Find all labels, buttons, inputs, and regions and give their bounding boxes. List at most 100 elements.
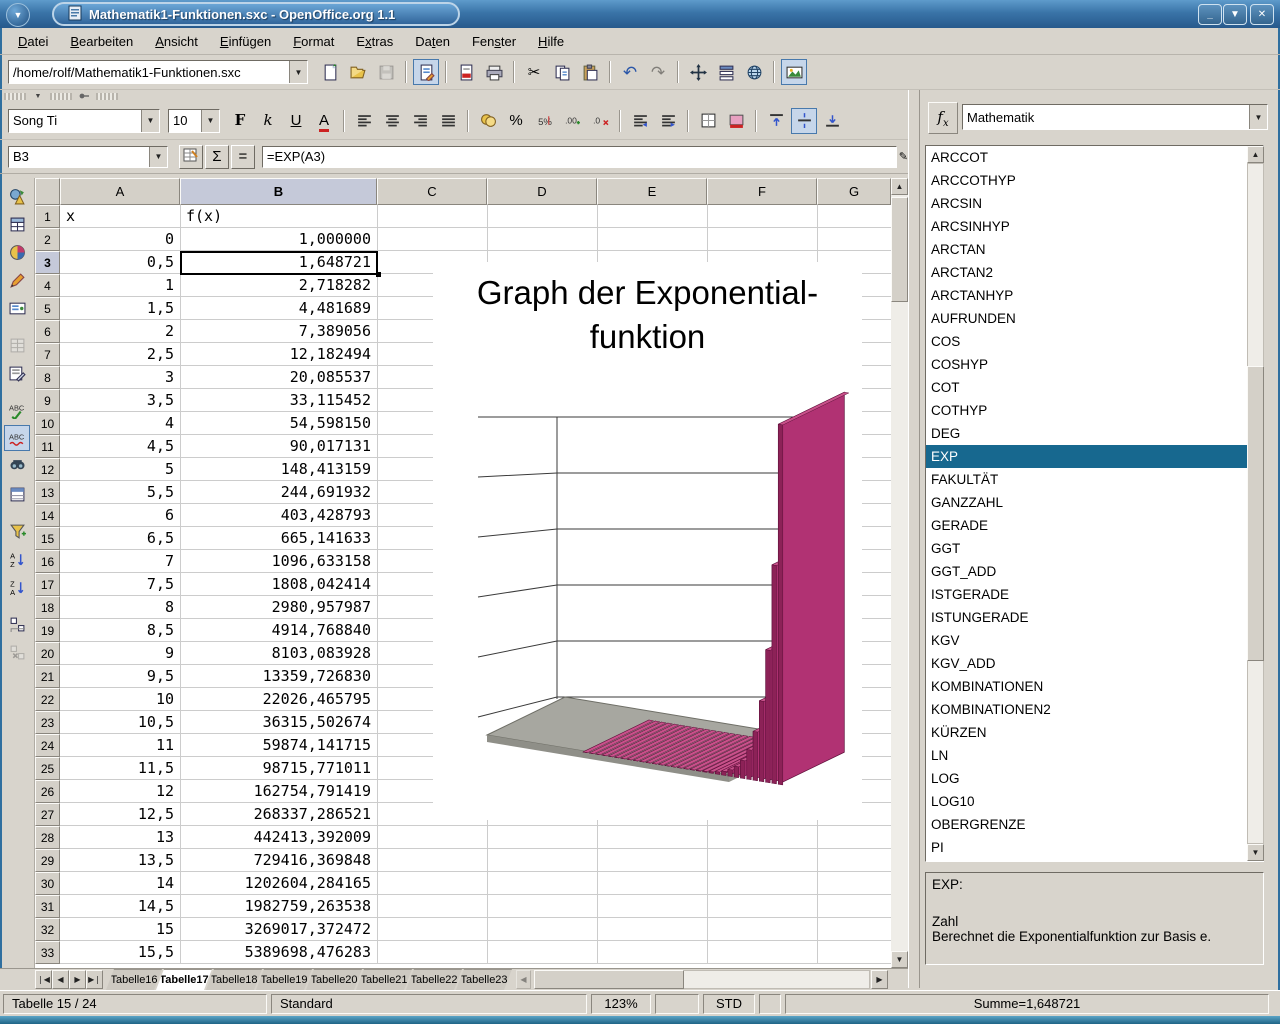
currency-button[interactable] [475, 108, 501, 134]
menu-einfgen[interactable]: Einfügen [210, 31, 281, 52]
equals-button[interactable]: = [231, 145, 255, 169]
column-header-C[interactable]: C [377, 178, 487, 205]
copy-button[interactable] [549, 59, 575, 85]
cell-A26[interactable]: 12 [60, 780, 180, 802]
cell-A22[interactable]: 10 [60, 688, 180, 710]
cell-B17[interactable]: 1808,042414 [180, 573, 377, 595]
row-header-12[interactable]: 12 [35, 458, 60, 481]
menu-ansicht[interactable]: Ansicht [145, 31, 208, 52]
increase-indent-button[interactable] [655, 108, 681, 134]
cell-B5[interactable]: 4,481689 [180, 297, 377, 319]
data-sources-button[interactable] [4, 481, 30, 507]
cell-B20[interactable]: 8103,083928 [180, 642, 377, 664]
cell-B1[interactable]: f(x) [180, 205, 377, 227]
first-sheet-button[interactable]: ❘◀ [35, 970, 52, 989]
function-item-ggt_add[interactable]: GGT_ADD [926, 560, 1263, 583]
function-item-aufrunden[interactable]: AUFRUNDEN [926, 307, 1263, 330]
column-header-D[interactable]: D [487, 178, 597, 205]
cell-B14[interactable]: 403,428793 [180, 504, 377, 526]
cell-A32[interactable]: 15 [60, 918, 180, 940]
row-header-2[interactable]: 2 [35, 228, 60, 251]
function-item-kürzen[interactable]: KÜRZEN [926, 721, 1263, 744]
cell-B9[interactable]: 33,115452 [180, 389, 377, 411]
horizontal-scroll-thumb[interactable] [534, 970, 684, 989]
row-header-8[interactable]: 8 [35, 366, 60, 389]
borders-button[interactable] [695, 108, 721, 134]
cell-B12[interactable]: 148,413159 [180, 458, 377, 480]
function-item-log10[interactable]: LOG10 [926, 790, 1263, 813]
undo-button[interactable]: ↶ [617, 59, 643, 85]
cell-A18[interactable]: 8 [60, 596, 180, 618]
draw-functions-button[interactable] [4, 267, 30, 293]
function-list-scroll-thumb[interactable] [1247, 366, 1264, 661]
row-header-22[interactable]: 22 [35, 688, 60, 711]
edit-file-button[interactable] [413, 59, 439, 85]
function-item-pi[interactable]: PI [926, 836, 1263, 859]
function-item-kgv[interactable]: KGV [926, 629, 1263, 652]
column-header-G[interactable]: G [817, 178, 891, 205]
scroll-down-button[interactable]: ▼ [891, 951, 908, 968]
cell-B15[interactable]: 665,141633 [180, 527, 377, 549]
bold-button[interactable]: F [227, 108, 253, 134]
menu-fenster[interactable]: Fenster [462, 31, 526, 52]
italic-button[interactable]: k [255, 108, 281, 134]
menu-bearbeiten[interactable]: Bearbeiten [60, 31, 143, 52]
function-item-ln[interactable]: LN [926, 744, 1263, 767]
vertical-scrollbar[interactable]: ▲ ▼ [891, 178, 908, 968]
previous-sheet-button[interactable]: ◀ [52, 970, 69, 989]
toolbar-grip[interactable] [50, 93, 72, 100]
align-bottom-button[interactable] [819, 108, 845, 134]
function-item-deg[interactable]: DEG [926, 422, 1263, 445]
function-list-scrollbar[interactable]: ▲ ▼ [1247, 146, 1264, 861]
cell-A25[interactable]: 11,5 [60, 757, 180, 779]
row-header-16[interactable]: 16 [35, 550, 60, 573]
function-category-input[interactable] [963, 105, 1249, 129]
function-item-ganzzahl[interactable]: GANZZAHL [926, 491, 1263, 514]
paste-button[interactable] [577, 59, 603, 85]
gallery-button[interactable] [781, 59, 807, 85]
font-name-input[interactable] [9, 110, 141, 132]
decrease-indent-button[interactable] [627, 108, 653, 134]
row-header-9[interactable]: 9 [35, 389, 60, 412]
cell-A14[interactable]: 6 [60, 504, 180, 526]
function-item-obergrenze[interactable]: OBERGRENZE [926, 813, 1263, 836]
function-item-gerade[interactable]: GERADE [926, 514, 1263, 537]
function-item-arcsin[interactable]: ARCSIN [926, 192, 1263, 215]
underline-button[interactable]: U [283, 108, 309, 134]
align-middle-button[interactable] [791, 108, 817, 134]
cell-B18[interactable]: 2980,957987 [180, 596, 377, 618]
spellcheck-button[interactable]: ABC [4, 397, 30, 423]
cell-B33[interactable]: 5389698,476283 [180, 941, 377, 963]
cell-A13[interactable]: 5,5 [60, 481, 180, 503]
cell-B30[interactable]: 1202604,284165 [180, 872, 377, 894]
format-standard-button[interactable]: 5% [531, 108, 557, 134]
sheet-tab-tabelle19[interactable]: Tabelle19 [256, 969, 312, 990]
toolbar-grip[interactable] [4, 93, 26, 100]
column-header-A[interactable]: A [60, 178, 180, 205]
vertical-scroll-thumb[interactable] [891, 197, 908, 302]
cell-A16[interactable]: 7 [60, 550, 180, 572]
cell-B7[interactable]: 12,182494 [180, 343, 377, 365]
function-item-arctan[interactable]: ARCTAN [926, 238, 1263, 261]
cell-A28[interactable]: 13 [60, 826, 180, 848]
row-header-5[interactable]: 5 [35, 297, 60, 320]
cell-B2[interactable]: 1,000000 [180, 228, 377, 250]
function-autopilot-panel-button[interactable]: fx [928, 102, 958, 134]
row-header-7[interactable]: 7 [35, 343, 60, 366]
cell-B28[interactable]: 442413,392009 [180, 826, 377, 848]
cell-A5[interactable]: 1,5 [60, 297, 180, 319]
function-autopilot-button[interactable] [179, 145, 203, 169]
row-header-6[interactable]: 6 [35, 320, 60, 343]
open-document-button[interactable] [345, 59, 371, 85]
add-decimal-button[interactable]: .00 [559, 108, 585, 134]
panel-splitter[interactable] [908, 90, 920, 988]
new-document-button[interactable] [317, 59, 343, 85]
function-item-fakultät[interactable]: FAKULTÄT [926, 468, 1263, 491]
scroll-down-button[interactable]: ▼ [1247, 844, 1264, 861]
row-header-25[interactable]: 25 [35, 757, 60, 780]
autofilter-button[interactable] [4, 518, 30, 544]
column-header-F[interactable]: F [707, 178, 817, 205]
cell-B10[interactable]: 54,598150 [180, 412, 377, 434]
function-item-cot[interactable]: COT [926, 376, 1263, 399]
find-replace-button[interactable] [4, 453, 30, 479]
